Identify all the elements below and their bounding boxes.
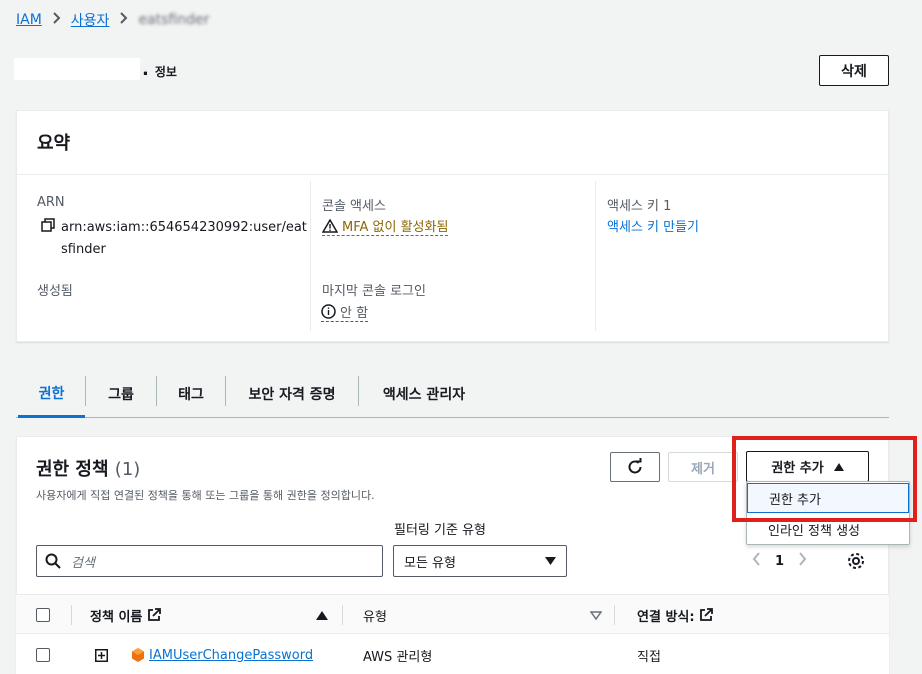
permissions-count: (1) — [114, 459, 141, 480]
type-filter-select[interactable]: 모든 유형 — [393, 545, 567, 577]
highlight-annotation — [732, 436, 917, 522]
policy-type: AWS 관리형 — [363, 649, 433, 665]
divider — [595, 181, 596, 331]
search-input[interactable]: 검색 — [36, 545, 383, 577]
policy-name-link[interactable]: IAMUserChangePassword — [149, 648, 313, 663]
chevron-right-icon — [119, 12, 128, 28]
tab-groups[interactable]: 그룹 — [86, 370, 156, 418]
column-type[interactable]: 유형 — [363, 595, 387, 635]
remove-button[interactable]: 제거 — [668, 452, 738, 482]
breadcrumb-iam[interactable]: IAM — [16, 12, 42, 28]
tab-permissions[interactable]: 권한 — [18, 370, 85, 418]
page-number[interactable]: 1 — [775, 554, 784, 569]
arn-line-2: sfinder — [61, 242, 106, 257]
permissions-title: 권한 정책 (1) — [36, 459, 141, 480]
select-all-checkbox[interactable] — [36, 608, 50, 622]
create-access-key-link[interactable]: 액세스 키 만들기 — [607, 216, 699, 235]
arn-value: arn:aws:iam::654654230992:user/eat sfind… — [41, 217, 307, 261]
access-key-label: 액세스 키 1 — [607, 199, 672, 214]
column-attached-via[interactable]: 연결 방식: — [637, 595, 713, 635]
tab-tags[interactable]: 태그 — [157, 370, 225, 418]
search-icon — [45, 553, 61, 569]
filter-label: 필터링 기준 유형 — [394, 523, 486, 538]
created-label: 생성됨 — [37, 284, 73, 299]
info-icon — [321, 304, 336, 319]
delete-button[interactable]: 삭제 — [819, 55, 889, 86]
warning-icon — [322, 218, 338, 233]
console-access-value[interactable]: MFA 없이 활성화됨 — [322, 216, 449, 236]
refresh-button[interactable] — [610, 452, 660, 482]
arn-line-1: arn:aws:iam::654654230992:user/eat — [61, 220, 307, 235]
column-policy-name[interactable]: 정책 이름 — [90, 595, 162, 635]
info-link[interactable]: 정보 — [155, 63, 177, 80]
pagination: 1 — [752, 552, 807, 570]
table-row: IAMUserChangePassword AWS 관리형 직접 — [16, 634, 889, 674]
copy-icon[interactable] — [41, 217, 55, 261]
table-header: 정책 이름 유형 연결 방식: — [16, 594, 889, 634]
aws-managed-policy-icon — [130, 634, 146, 674]
sort-icon[interactable] — [590, 595, 602, 635]
row-checkbox[interactable] — [36, 648, 50, 662]
console-access-label: 콘솔 액세스 — [322, 199, 386, 214]
permissions-description: 사용자에게 직접 연결된 정책을 통해 또는 그룹을 통해 권한을 정의합니다. — [36, 489, 375, 502]
arn-label: ARN — [37, 195, 65, 210]
sort-ascending-icon[interactable] — [316, 595, 328, 635]
redacted-username — [14, 58, 140, 80]
search-placeholder: 검색 — [71, 555, 95, 571]
policy-attached-via: 직접 — [637, 649, 661, 665]
external-link-icon — [148, 608, 162, 621]
last-login-label: 마지막 콘솔 로그인 — [322, 284, 426, 299]
tab-bar: 권한 그룹 태그 보안 자격 증명 액세스 관리자 — [16, 370, 889, 418]
breadcrumb: IAM 사용자 eatsfinder — [16, 10, 209, 30]
refresh-icon — [628, 458, 642, 474]
summary-title: 요약 — [37, 133, 71, 154]
chevron-right-icon — [52, 12, 61, 28]
caret-down-icon — [545, 557, 556, 565]
breadcrumb-users[interactable]: 사용자 — [71, 10, 110, 30]
expand-icon[interactable] — [95, 634, 108, 674]
summary-card: 요약 ARN arn:aws:iam::654654230992:user/ea… — [16, 110, 889, 342]
external-link-icon — [699, 608, 713, 621]
tab-access-advisor[interactable]: 액세스 관리자 — [359, 370, 489, 418]
tab-security-credentials[interactable]: 보안 자격 증명 — [226, 370, 358, 418]
settings-gear-icon[interactable] — [846, 551, 866, 575]
prev-page-icon[interactable] — [752, 552, 761, 570]
breadcrumb-current: eatsfinder — [138, 12, 210, 28]
last-login-value[interactable]: 안 함 — [321, 302, 369, 322]
page-title: . 정보 — [14, 56, 177, 80]
divider — [310, 181, 311, 331]
next-page-icon[interactable] — [798, 552, 807, 570]
